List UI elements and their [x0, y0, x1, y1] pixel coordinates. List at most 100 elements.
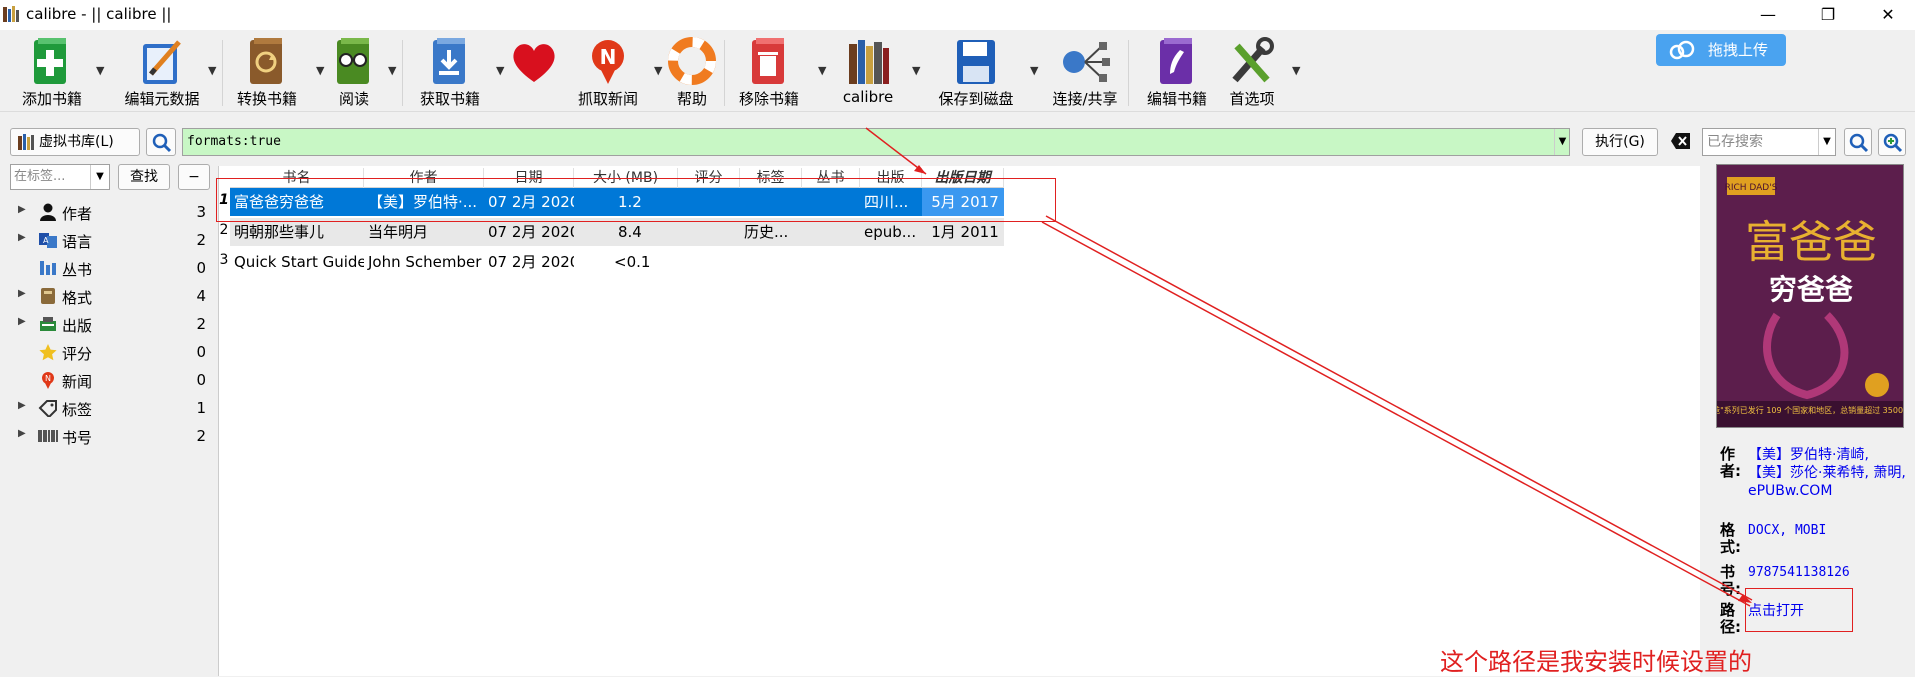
search-icon [152, 133, 172, 153]
cell-author: 当年明月 [368, 223, 429, 241]
read-dropdown[interactable]: ▼ [382, 34, 396, 110]
format-links[interactable]: DOCX, MOBI [1748, 522, 1908, 540]
expand-arrow-icon[interactable]: ▶ [18, 288, 26, 299]
preferences-dropdown[interactable]: ▼ [1286, 34, 1300, 110]
execute-search-button[interactable]: 执行(G) [1582, 128, 1658, 156]
cell-date: 07 2月 2020 [488, 253, 574, 271]
expand-arrow-icon[interactable]: ▶ [18, 316, 26, 327]
table-row[interactable]: 明朝那些事儿 当年明月 07 2月 2020 8.4 历史... epub...… [230, 218, 1004, 246]
tag-item-identifiers[interactable]: ▶ 书号 2 [0, 422, 212, 450]
chevron-down-icon: ▼ [654, 64, 663, 77]
tag-item-label: 语言 [62, 233, 93, 251]
minimize-button[interactable]: — [1745, 0, 1791, 30]
save-search-button[interactable] [1878, 128, 1906, 156]
book-cover[interactable]: RICH DAD'S 富爸爸 穷爸爸 "富爸爸"系列已发行 109 个国家和地区… [1716, 164, 1904, 428]
preferences-button[interactable]: 首选项 [1222, 34, 1282, 110]
library-icon [849, 40, 889, 84]
search-plus-icon [1883, 133, 1903, 153]
remove-icon [752, 38, 784, 84]
tag-item-tags[interactable]: ▶ 标签 1 [0, 394, 212, 422]
save-to-disk-label: 保存到磁盘 [938, 90, 1014, 108]
fetch-books-dropdown[interactable]: ▼ [490, 34, 504, 110]
tag-item-rating[interactable]: 评分 0 [0, 338, 212, 366]
save-icon [957, 40, 995, 84]
annotation-box-path [1745, 588, 1853, 632]
collapse-tag-button[interactable]: − [178, 164, 210, 190]
cover-title-bottom: 穷爸爸 [1769, 273, 1853, 306]
svg-text:N: N [45, 374, 51, 383]
cloud-icon [1669, 40, 1695, 60]
tag-item-count: 0 [196, 259, 206, 277]
save-to-disk-button[interactable]: 保存到磁盘 [938, 34, 1014, 110]
expand-arrow-icon[interactable]: ▶ [18, 232, 26, 243]
search-history-dropdown[interactable]: ▼ [1554, 129, 1570, 155]
fetch-books-button[interactable]: 获取书籍 [414, 34, 486, 110]
chevron-down-icon: ▼ [208, 64, 217, 77]
close-button[interactable]: ✕ [1865, 0, 1911, 30]
saved-search-dropdown[interactable]: ▼ [1818, 129, 1835, 155]
expand-arrow-icon[interactable]: ▶ [18, 204, 26, 215]
edit-metadata-icon [143, 40, 181, 84]
chevron-down-icon: ▼ [1558, 136, 1567, 147]
tag-item-authors[interactable]: ▶ 作者 3 [0, 198, 212, 226]
authors-icon [40, 203, 56, 221]
fetch-news-button[interactable]: N 抓取新闻 [572, 34, 644, 110]
table-row[interactable]: Quick Start Guide John Schember 07 2月 20… [230, 248, 1004, 276]
calibre-library-button[interactable]: calibre [836, 34, 900, 110]
saved-search-input[interactable]: 已存搜索 [1702, 128, 1836, 156]
news-icon: N [42, 372, 54, 389]
connect-share-icon [1063, 42, 1110, 82]
author-label: 作者: [1720, 445, 1741, 480]
cover-tagline: "富爸爸"系列已发行 109 个国家和地区，总销量超过 3500 万册！ [1717, 405, 1904, 415]
add-book-button[interactable]: 添加书籍 [16, 34, 88, 110]
edit-book-button[interactable]: 编辑书籍 [1144, 34, 1210, 110]
convert-icon [250, 38, 282, 84]
search-input[interactable]: formats:true [182, 128, 1570, 156]
format-label: 格式: [1720, 521, 1741, 556]
chevron-down-icon: ▼ [316, 64, 325, 77]
tag-filter-dropdown[interactable]: ▼ [90, 165, 109, 189]
calibre-library-dropdown[interactable]: ▼ [906, 34, 920, 110]
saved-search-button[interactable] [1844, 128, 1872, 156]
isbn-link[interactable]: 9787541138126 [1748, 564, 1908, 582]
upload-button[interactable]: 拖拽上传 [1656, 34, 1786, 66]
convert-books-button[interactable]: 转换书籍 [230, 34, 304, 110]
tag-item-series[interactable]: 丛书 0 [0, 254, 212, 282]
remove-books-button[interactable]: 移除书籍 [732, 34, 806, 110]
expand-arrow-icon[interactable]: ▶ [18, 428, 26, 439]
window-title: calibre - || calibre || [26, 5, 172, 23]
connect-share-button[interactable]: 连接/共享 [1052, 34, 1118, 110]
tag-item-languages[interactable]: ▶ A 语言 2 [0, 226, 212, 254]
add-book-dropdown[interactable]: ▼ [90, 34, 104, 110]
main-toolbar: 添加书籍 ▼ 编辑元数据 ▼ 转换书籍 ▼ 阅读 ▼ 获取书籍 ▼ N 抓取新闻… [0, 30, 1915, 112]
tag-item-label: 新闻 [62, 373, 93, 391]
publisher-icon [40, 317, 56, 331]
connect-share-label: 连接/共享 [1052, 90, 1118, 108]
virtual-library-label: 虚拟书库(L) [39, 134, 114, 150]
maximize-button[interactable]: ❐ [1805, 0, 1851, 30]
cell-date: 07 2月 2020 [488, 223, 574, 241]
read-button[interactable]: 阅读 [326, 34, 382, 110]
remove-books-label: 移除书籍 [738, 90, 799, 108]
expand-arrow-icon[interactable]: ▶ [18, 400, 26, 411]
chevron-down-icon: ▼ [1030, 64, 1039, 77]
series-icon [40, 261, 56, 275]
library-icon [18, 134, 34, 150]
find-tag-button[interactable]: 查找 [118, 164, 170, 190]
chevron-down-icon: ▼ [818, 64, 827, 77]
edit-metadata-button[interactable]: 编辑元数据 [122, 34, 202, 110]
tag-item-formats[interactable]: ▶ 格式 4 [0, 282, 212, 310]
tag-item-count: 0 [196, 371, 206, 389]
tag-item-label: 作者 [62, 205, 93, 223]
tag-item-news[interactable]: N 新闻 0 [0, 366, 212, 394]
chevron-down-icon: ▼ [96, 171, 104, 182]
cover-badge: RICH DAD'S [1725, 183, 1778, 193]
clear-search-icon[interactable] [1670, 130, 1692, 152]
search-options-button[interactable] [146, 128, 176, 156]
author-links[interactable]: 【美】罗伯特·清崎, 【美】莎伦·莱希特, 萧明, ePUBw.COM [1748, 446, 1908, 500]
help-icon [668, 37, 716, 85]
virtual-library-button[interactable]: 虚拟书库(L) [10, 128, 140, 156]
details-splitter[interactable] [1700, 160, 1712, 676]
tag-item-publisher[interactable]: ▶ 出版 2 [0, 310, 212, 338]
tag-item-count: 0 [196, 343, 206, 361]
